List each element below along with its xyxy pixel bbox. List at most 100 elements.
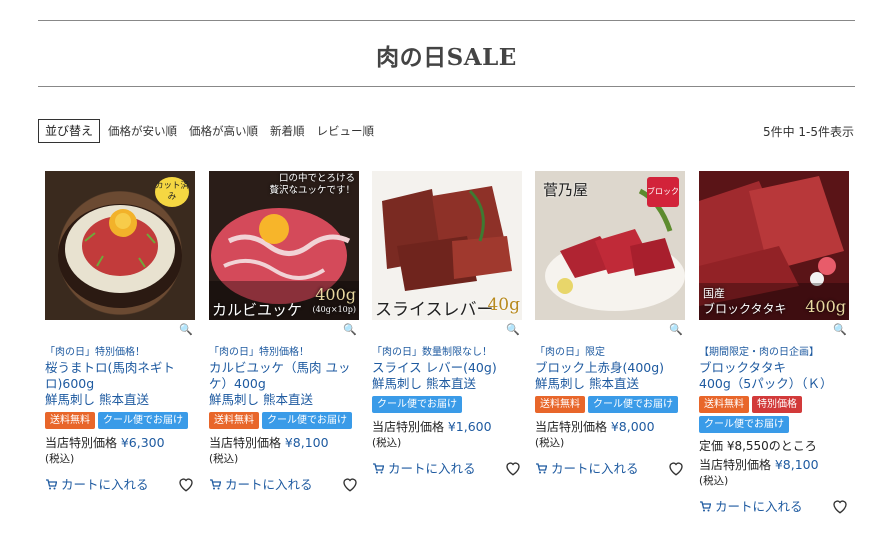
add-to-cart-button[interactable]: カートに入れる bbox=[535, 458, 639, 477]
cart-icon bbox=[209, 478, 221, 490]
cart-icon bbox=[535, 462, 547, 474]
promo-text: 「肉の日」限定 bbox=[535, 347, 605, 358]
favorite-heart-icon[interactable] bbox=[177, 475, 195, 493]
price-value: ¥6,300 bbox=[120, 435, 165, 450]
add-to-cart-button[interactable]: カートに入れる bbox=[699, 496, 803, 515]
add-to-cart-button[interactable]: カートに入れる bbox=[372, 458, 476, 477]
badge-free-shipping: 送料無料 bbox=[535, 396, 585, 413]
price-row: 当店特別価格 ¥8,000 bbox=[535, 418, 685, 435]
product-image[interactable]: スライスレバー 40g bbox=[372, 171, 522, 320]
tax-label: (税込) bbox=[209, 453, 239, 465]
badge-free-shipping: 送料無料 bbox=[209, 412, 259, 429]
product-card: 国産 ブロックタタキ 400g 🔍 【期間限定・肉の日企画】 ブロックタタキ 4… bbox=[699, 171, 849, 514]
zoom-icon[interactable]: 🔍 bbox=[669, 323, 683, 336]
tax-label: (税込) bbox=[45, 453, 75, 465]
zoom-icon[interactable]: 🔍 bbox=[179, 323, 193, 336]
product-card: 口の中でとろける 贅沢なユッケです！ カルビユッケ 400g (40g×10p) … bbox=[209, 171, 359, 492]
badge-special-price: 特別価格 bbox=[752, 396, 802, 413]
image-weight-sub: (40g×10p) bbox=[312, 305, 356, 314]
product-name-line1: ブロック上赤身(400g) bbox=[535, 360, 665, 375]
add-to-cart-label: カートに入れる bbox=[388, 461, 476, 476]
product-image[interactable]: 菅乃屋 ブロック bbox=[535, 171, 685, 320]
price-value: ¥8,000 bbox=[610, 419, 655, 434]
favorite-heart-icon[interactable] bbox=[831, 497, 849, 515]
image-caption: カルビユッケ bbox=[212, 301, 303, 319]
favorite-heart-icon[interactable] bbox=[504, 459, 522, 477]
product-name[interactable]: ブロックタタキ 400g（5パック）（Ｋ） bbox=[699, 360, 849, 392]
add-to-cart-button[interactable]: カートに入れる bbox=[45, 474, 149, 493]
product-image[interactable]: 口の中でとろける 贅沢なユッケです！ カルビユッケ 400g (40g×10p) bbox=[209, 171, 359, 320]
zoom-icon[interactable]: 🔍 bbox=[506, 323, 520, 336]
product-image[interactable]: カット済み bbox=[45, 171, 195, 320]
badge-group: 送料無料 クール便でお届け bbox=[45, 412, 195, 429]
favorite-heart-icon[interactable] bbox=[667, 459, 685, 477]
title-section: 肉の日SALE bbox=[38, 20, 855, 87]
page-title: 肉の日SALE bbox=[376, 44, 517, 71]
product-name-line2: 鮮馬刺し 熊本直送 bbox=[535, 376, 639, 391]
product-name-line2: 鮮馬刺し 熊本直送 bbox=[372, 376, 476, 391]
product-image[interactable]: 国産 ブロックタタキ 400g bbox=[699, 171, 849, 320]
price-row: 当店特別価格 ¥8,100 bbox=[699, 456, 849, 473]
promo-text: 「肉の日」数量制限なし！ bbox=[372, 347, 492, 358]
price-label: 当店特別価格 bbox=[372, 420, 445, 434]
product-name[interactable]: ブロック上赤身(400g) 鮮馬刺し 熊本直送 bbox=[535, 360, 685, 392]
badge-cool-delivery: クール便でお届け bbox=[262, 412, 352, 429]
add-to-cart-label: カートに入れる bbox=[551, 461, 639, 476]
price-label: 当店特別価格 bbox=[535, 420, 608, 434]
sort-option-price-high[interactable]: 価格が高い順 bbox=[189, 123, 258, 139]
price-label: 当店特別価格 bbox=[45, 436, 118, 450]
product-name[interactable]: カルビユッケ（馬肉 ユッケ）400g 鮮馬刺し 熊本直送 bbox=[209, 360, 359, 408]
image-caption: ブロックタタキ bbox=[703, 302, 787, 316]
product-name-line1: 桜うまトロ(馬肉ネギトロ)600g bbox=[45, 360, 175, 391]
product-card: 菅乃屋 ブロック 🔍 「肉の日」限定 ブロック上赤身(400g) 鮮馬刺し 熊本… bbox=[535, 171, 685, 476]
add-to-cart-label: カートに入れる bbox=[225, 477, 313, 492]
badge-group: 送料無料 特別価格 クール便でお届け bbox=[699, 396, 849, 433]
tax-label: (税込) bbox=[699, 475, 729, 487]
badge-cool-delivery: クール便でお届け bbox=[98, 412, 188, 429]
product-card: カット済み 🔍 「肉の日」特別価格！ 桜うまトロ(馬肉ネギトロ)600g 鮮馬刺… bbox=[45, 171, 195, 492]
product-name-line2: 鮮馬刺し 熊本直送 bbox=[209, 392, 313, 407]
product-name[interactable]: 桜うまトロ(馬肉ネギトロ)600g 鮮馬刺し 熊本直送 bbox=[45, 360, 195, 408]
cart-icon bbox=[699, 500, 711, 512]
sort-option-price-low[interactable]: 価格が安い順 bbox=[108, 123, 177, 139]
sort-label: 並び替え bbox=[38, 119, 101, 143]
favorite-heart-icon[interactable] bbox=[341, 475, 359, 493]
product-name-line2: 鮮馬刺し 熊本直送 bbox=[45, 392, 149, 407]
tax-label: (税込) bbox=[535, 437, 565, 449]
promo-text: 【期間限定・肉の日企画】 bbox=[699, 347, 819, 358]
badge-free-shipping: 送料無料 bbox=[45, 412, 95, 429]
add-to-cart-button[interactable]: カートに入れる bbox=[209, 474, 313, 493]
price-value: ¥8,100 bbox=[774, 457, 819, 472]
product-card: スライスレバー 40g 🔍 「肉の日」数量制限なし！ スライス レバー(40g)… bbox=[372, 171, 522, 476]
add-to-cart-label: カートに入れる bbox=[61, 477, 149, 492]
image-weight: 400g bbox=[805, 297, 846, 316]
image-weight: 40g bbox=[487, 295, 520, 315]
sort-option-review[interactable]: レビュー順 bbox=[317, 123, 375, 139]
zoom-icon[interactable]: 🔍 bbox=[343, 323, 357, 336]
product-name-line2: 400g（5パック）（Ｋ） bbox=[699, 376, 833, 391]
brand-logo: 菅乃屋 bbox=[543, 181, 589, 199]
promo-text: 「肉の日」特別価格！ bbox=[209, 347, 309, 358]
price-label: 当店特別価格 bbox=[699, 458, 772, 472]
price-row: 当店特別価格 ¥8,100 bbox=[209, 434, 359, 451]
price-label: 当店特別価格 bbox=[209, 436, 282, 450]
price-row: 当店特別価格 ¥1,600 bbox=[372, 418, 522, 435]
badge-group: 送料無料 クール便でお届け bbox=[535, 396, 685, 413]
image-caption-top: 国産 bbox=[703, 287, 725, 300]
image-caption: スライスレバー bbox=[375, 300, 494, 320]
sort-option-newest[interactable]: 新着順 bbox=[270, 123, 305, 139]
price-value: ¥8,100 bbox=[284, 435, 329, 450]
product-name[interactable]: スライス レバー(40g) 鮮馬刺し 熊本直送 bbox=[372, 360, 522, 392]
add-to-cart-label: カートに入れる bbox=[715, 499, 803, 514]
regular-price: 定価 ¥8,550のところ bbox=[699, 439, 817, 453]
zoom-icon[interactable]: 🔍 bbox=[833, 323, 847, 336]
product-name-line1: スライス レバー(40g) bbox=[372, 360, 497, 375]
promo-text: 「肉の日」特別価格！ bbox=[45, 347, 145, 358]
product-name-line1: ブロックタタキ bbox=[699, 360, 787, 375]
tax-label: (税込) bbox=[372, 437, 402, 449]
badge-cool-delivery: クール便でお届け bbox=[588, 396, 678, 413]
price-value: ¥1,600 bbox=[447, 419, 492, 434]
price-row: 当店特別価格 ¥6,300 bbox=[45, 434, 195, 451]
cart-icon bbox=[45, 478, 57, 490]
badge-free-shipping: 送料無料 bbox=[699, 396, 749, 413]
